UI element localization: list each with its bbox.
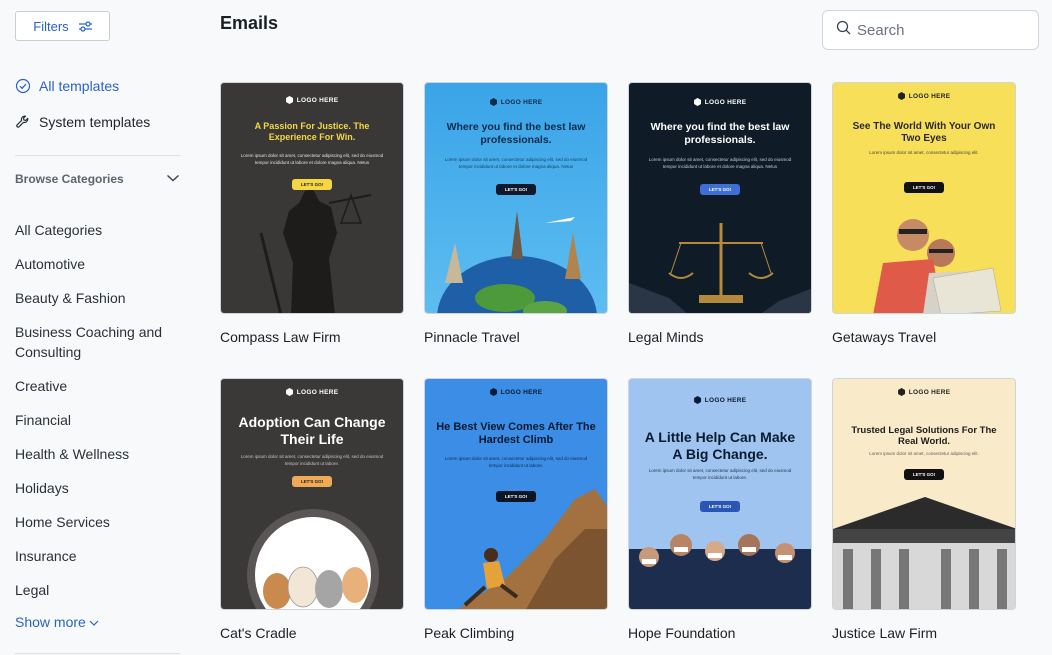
thumb-headline: Where you find the best law professional… [650, 121, 790, 146]
browse-categories-toggle[interactable]: Browse Categories [15, 172, 180, 186]
thumb-body: Lorem ipsum dolor sit amet, consectetur … [240, 153, 384, 165]
template-thumbnail: LOGO HERE A Little Help Can Make A Big C… [628, 378, 812, 610]
thumb-cta: LET'S GO! [496, 491, 536, 502]
thumb-body: Lorem ipsum dolor sit amet, consectetur … [444, 456, 588, 468]
thumb-logo: LOGO HERE [425, 387, 607, 398]
template-title: Compass Law Firm [220, 329, 341, 345]
category-item-automotive[interactable]: Automotive [15, 254, 185, 274]
thumb-cta: LET'S GO! [904, 469, 944, 480]
thumb-logo: LOGO HERE [833, 387, 1015, 398]
all-templates-label: All templates [39, 78, 120, 94]
app-root: Filters All templates System templates B… [0, 0, 1052, 655]
sidebar-bottom-divider [15, 653, 180, 654]
sidebar-divider [15, 155, 180, 156]
thumb-logo: LOGO HERE [221, 387, 403, 398]
scales-of-justice-illustration [629, 223, 811, 313]
category-item-holidays[interactable]: Holidays [15, 478, 185, 498]
thumb-cta: LET'S GO! [496, 184, 536, 195]
thumb-body: Lorem ipsum dolor sit amet, consectetur … [444, 157, 588, 169]
thumb-cta: LET'S GO! [700, 501, 740, 512]
template-card-cats-cradle[interactable]: LOGO HERE Adoption Can Change Their Life… [220, 378, 404, 641]
thumb-cta: LET'S GO! [292, 476, 332, 487]
page-title: Emails [220, 13, 279, 33]
show-more-label: Show more [15, 614, 86, 630]
show-more-link[interactable]: Show more [15, 614, 99, 630]
thumb-cta: LET'S GO! [292, 179, 332, 190]
thumb-body: Lorem ipsum dolor sit amet, consectetur … [869, 451, 979, 456]
thumb-body: Lorem ipsum dolor sit amet, consectetur … [648, 157, 792, 169]
category-item-all[interactable]: All Categories [15, 220, 185, 240]
thumb-headline: A Little Help Can Make A Big Change. [644, 429, 796, 462]
globe-illustration [437, 211, 597, 313]
thumb-headline: Adoption Can Change Their Life [238, 414, 386, 447]
chevron-down-icon [89, 614, 99, 630]
template-thumbnail: LOGO HERE A Passion For Justice. The Exp… [220, 82, 404, 314]
template-card-peak-climbing[interactable]: LOGO HERE He Best View Comes After The H… [424, 378, 608, 641]
sidebar: Filters All templates System templates B… [0, 0, 195, 655]
template-thumbnail: LOGO HERE Adoption Can Change Their Life… [220, 378, 404, 610]
thumb-headline: A Passion For Justice. The Experience Fo… [254, 121, 370, 142]
category-item-insurance[interactable]: Insurance [15, 546, 185, 566]
template-thumbnail: LOGO HERE See The World With Your Own Tw… [832, 82, 1016, 314]
category-item-business-coaching[interactable]: Business Coaching and Consulting [15, 322, 185, 362]
template-thumbnail: LOGO HERE Where you find the best law pr… [424, 82, 608, 314]
thumb-body: Lorem ipsum dolor sit amet, consectetur … [240, 454, 384, 466]
category-item-creative[interactable]: Creative [15, 376, 185, 396]
template-title: Hope Foundation [628, 625, 736, 641]
category-item-legal[interactable]: Legal [15, 580, 185, 600]
courthouse-illustration [833, 497, 1015, 609]
template-title: Peak Climbing [424, 625, 515, 641]
category-item-health-wellness[interactable]: Health & Wellness [15, 444, 185, 464]
lady-justice-illustration [259, 189, 372, 313]
template-title: Legal Minds [628, 329, 704, 345]
template-title: Cat's Cradle [220, 625, 297, 641]
browse-categories-label: Browse Categories [15, 172, 124, 186]
check-circle-icon [15, 78, 31, 94]
template-card-legal-minds[interactable]: LOGO HERE Where you find the best law pr… [628, 82, 812, 345]
travelers-illustration [873, 219, 1002, 313]
volunteers-illustration [629, 534, 811, 609]
category-item-beauty-fashion[interactable]: Beauty & Fashion [15, 288, 185, 308]
template-title: Justice Law Firm [832, 625, 938, 641]
thumb-body: Lorem ipsum dolor sit amet, consectetur … [648, 468, 792, 480]
thumb-logo: LOGO HERE [833, 91, 1015, 102]
category-item-financial[interactable]: Financial [15, 410, 185, 430]
thumb-logo: LOGO HERE [629, 395, 811, 406]
thumb-logo: LOGO HERE [221, 95, 403, 106]
search-icon [836, 20, 851, 40]
template-thumbnail: LOGO HERE He Best View Comes After The H… [424, 378, 608, 610]
thumb-headline: See The World With Your Own Two Eyes [852, 121, 996, 144]
filters-button[interactable]: Filters [15, 11, 110, 41]
template-title: Getaways Travel [832, 329, 937, 345]
template-card-getaways-travel[interactable]: LOGO HERE See The World With Your Own Tw… [832, 82, 1016, 345]
template-thumbnail: LOGO HERE Where you find the best law pr… [628, 82, 812, 314]
template-card-pinnacle-travel[interactable]: LOGO HERE Where you find the best law pr… [424, 82, 608, 345]
search-box[interactable] [822, 10, 1039, 50]
system-templates-label: System templates [39, 114, 151, 130]
template-card-compass-law-firm[interactable]: LOGO HERE A Passion For Justice. The Exp… [220, 82, 404, 345]
filters-label: Filters [33, 18, 69, 34]
template-thumbnail: LOGO HERE Trusted Legal Solutions For Th… [832, 378, 1016, 610]
category-list: All Categories Automotive Beauty & Fashi… [15, 220, 185, 614]
thumb-cta: LET'S GO! [700, 184, 740, 195]
chevron-down-icon [166, 172, 180, 186]
thumb-headline: Trusted Legal Solutions For The Real Wor… [851, 425, 997, 448]
system-templates-link[interactable]: System templates [15, 114, 150, 130]
thumb-headline: He Best View Comes After The Hardest Cli… [436, 421, 596, 447]
category-item-home-services[interactable]: Home Services [15, 512, 185, 532]
template-card-hope-foundation[interactable]: LOGO HERE A Little Help Can Make A Big C… [628, 378, 812, 641]
thumb-logo: LOGO HERE [629, 97, 811, 108]
search-input[interactable] [857, 21, 1027, 39]
template-card-justice-law-firm[interactable]: LOGO HERE Trusted Legal Solutions For Th… [832, 378, 1016, 641]
thumb-headline: Where you find the best law professional… [446, 121, 586, 146]
wrench-icon [15, 114, 31, 130]
template-title: Pinnacle Travel [424, 329, 520, 345]
all-templates-link[interactable]: All templates [15, 78, 119, 94]
sliders-icon [78, 20, 92, 32]
thumb-body: Lorem ipsum dolor sit amet, consectetur … [869, 150, 979, 155]
thumb-cta: LET'S GO! [904, 182, 944, 193]
thumb-logo: LOGO HERE [425, 97, 607, 108]
